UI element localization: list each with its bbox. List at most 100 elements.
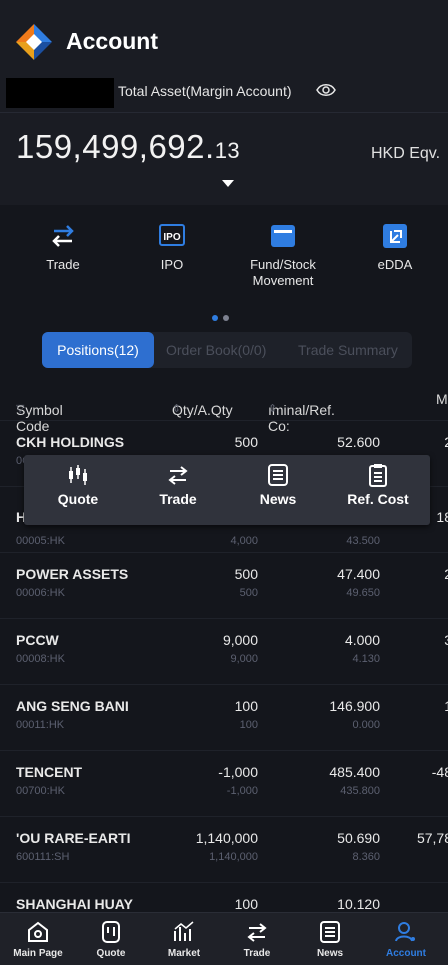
col-market[interactable]: M [436, 391, 448, 407]
stock-code: 00006:HK [16, 587, 65, 599]
stock-nominal: 146.900 [329, 698, 380, 714]
stock-code: 00700:HK [16, 785, 65, 797]
account-header: Account Total Asset(Margin Account) 159,… [0, 0, 448, 205]
shortcut-trade[interactable]: Trade [13, 221, 113, 273]
stock-qty: 500 [234, 566, 258, 582]
app-logo-icon [16, 24, 52, 60]
page-title: Account [66, 28, 158, 54]
stock-market-value: 3 [444, 632, 448, 648]
stock-name: PCCW [16, 632, 59, 648]
nav-trade[interactable]: Trade [227, 919, 287, 959]
stock-qty: 500 [234, 434, 258, 450]
trade-arrows-icon [247, 923, 267, 942]
news-icon [268, 464, 288, 486]
nav-news-label: News [316, 948, 344, 959]
ipo-icon: IPO [159, 224, 185, 246]
stock-name: ANG SENG BANI [16, 698, 129, 714]
stock-available-qty: 100 [239, 719, 258, 731]
stock-code: 00008:HK [16, 653, 65, 665]
popup-trade-label: Trade [159, 491, 197, 507]
nav-news[interactable]: News [300, 919, 360, 959]
stock-available-qty: 500 [239, 587, 258, 599]
stock-market-value: 2 [444, 434, 448, 450]
table-row[interactable]: ANG SENG BANI 00011:HK 100 100 146.900 0… [0, 684, 448, 750]
stock-market-value: 57,78 [416, 830, 448, 846]
stock-name: 'OU RARE-EARTI [16, 830, 131, 846]
popup-news-label: News [259, 491, 297, 507]
shortcut-fund-stock-movement[interactable]: Fund/Stock Movement [233, 221, 333, 289]
pager-dots [212, 308, 234, 326]
candlestick-icon [69, 465, 87, 485]
total-asset-label: Total Asset(Margin Account) [118, 83, 292, 99]
nav-main-page-label: Main Page [13, 948, 63, 959]
stock-code: 00011:HK [16, 719, 65, 731]
stock-nominal: 4.000 [344, 632, 380, 648]
app-screen: Account Total Asset(Margin Account) 159,… [0, 0, 448, 965]
stock-nominal: 10.120 [337, 896, 380, 912]
nav-main-page[interactable]: Main Page [8, 919, 68, 959]
quote-icon [102, 921, 120, 943]
stock-qty: 100 [234, 698, 258, 714]
positions-tabs: Positions(12) Order Book(0/0) Trade Summ… [0, 328, 448, 376]
currency-label: HKD Eqv. [371, 145, 441, 162]
tab-order-book[interactable]: Order Book(0/0) [156, 332, 276, 368]
stock-available-qty: 9,000 [230, 653, 258, 665]
stock-ref-cost: 435.800 [340, 785, 380, 797]
stock-ref-cost: 4.130 [352, 653, 380, 665]
expand-caret-icon[interactable] [222, 180, 234, 187]
table-row[interactable]: TENCENT 00700:HK -1,000 -1,000 485.400 4… [0, 750, 448, 816]
stock-nominal: 52.600 [337, 434, 380, 450]
tab-trade-summary[interactable]: Trade Summary [288, 332, 408, 368]
amount-integer: 159,499,692. [16, 128, 215, 165]
row-action-popup: Quote Trade News Ref. Cost [24, 455, 430, 525]
nav-market[interactable]: Market [154, 919, 214, 959]
shortcut-trade-label: Trade [46, 257, 80, 272]
news-icon [320, 921, 340, 943]
trade-arrows-icon [168, 466, 188, 485]
popup-quote-button[interactable]: Quote [38, 463, 118, 507]
stock-name: POWER ASSETS [16, 566, 129, 582]
pager-dot-2[interactable] [223, 315, 229, 321]
stock-market-value: 2 [444, 566, 448, 582]
stock-ref-cost: 0.000 [352, 719, 380, 731]
stock-name: SHANGHAI HUAY [16, 896, 133, 912]
popup-ref-cost-label: Ref. Cost [347, 491, 409, 507]
popup-ref-cost-button[interactable]: Ref. Cost [338, 463, 418, 507]
redacted-account-number [6, 78, 114, 108]
edda-icon [383, 224, 407, 248]
stock-ref-cost: 49.650 [346, 587, 380, 599]
pager-dot-1[interactable] [212, 315, 218, 321]
stock-qty: 1,140,000 [195, 830, 258, 846]
table-row[interactable]: POWER ASSETS 00006:HK 500 500 47.400 49.… [0, 552, 448, 618]
account-icon [395, 922, 415, 942]
svg-text:IPO: IPO [163, 232, 180, 243]
eye-icon[interactable] [316, 82, 336, 98]
nav-quote[interactable]: Quote [81, 919, 141, 959]
nav-account[interactable]: Account [376, 919, 436, 959]
shortcut-ipo[interactable]: IPO IPO [122, 221, 222, 273]
stock-code: 600111:SH [16, 851, 70, 863]
wallet-icon [271, 225, 295, 247]
sort-icon: ⇕ [172, 403, 182, 415]
stock-code: 00005:HK [16, 535, 65, 547]
shortcut-bar: Trade IPO IPO Fund/Stock Movement eDDA [0, 205, 448, 325]
shortcut-edda[interactable]: eDDA [345, 221, 445, 273]
bottom-navigation: Main Page Quote Market Trade News Accoun… [0, 912, 448, 965]
stock-qty: 100 [234, 896, 258, 912]
stock-ref-cost: 8.360 [352, 851, 380, 863]
trade-arrows-icon [52, 225, 74, 247]
popup-news-button[interactable]: News [238, 463, 318, 507]
amount-decimal: 13 [214, 138, 241, 163]
stock-market-value: -48 [431, 764, 448, 780]
stock-ref-cost: 43.500 [346, 535, 380, 547]
table-row[interactable]: 'OU RARE-EARTI 600111:SH 1,140,000 1,140… [0, 816, 448, 882]
popup-trade-button[interactable]: Trade [138, 463, 218, 507]
table-row[interactable]: PCCW 00008:HK 9,000 9,000 4.000 4.130 3 [0, 618, 448, 684]
stock-qty: -1,000 [218, 764, 258, 780]
stock-available-qty: 4,000 [230, 535, 258, 547]
nav-account-label: Account [386, 948, 426, 959]
tab-positions[interactable]: Positions(12) [42, 332, 154, 368]
sort-icon: ⇕ [268, 403, 278, 415]
stock-name: TENCENT [16, 764, 83, 780]
filter-icon[interactable]: ▽ [16, 402, 24, 415]
